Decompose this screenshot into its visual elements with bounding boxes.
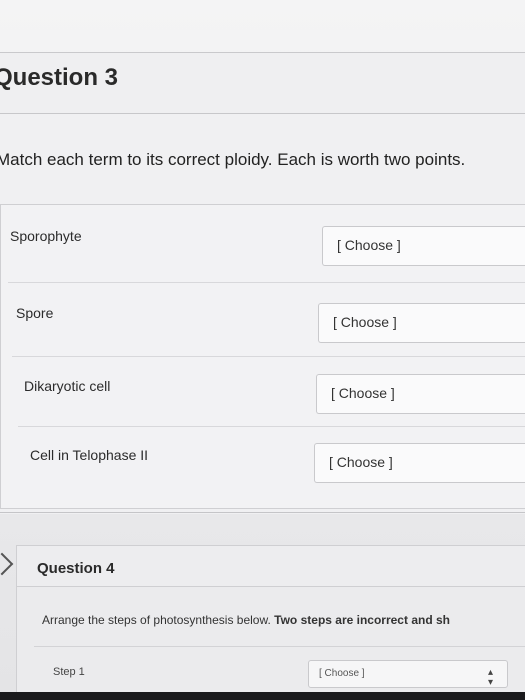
question-4-prompt-text: Arrange the steps of photosynthesis belo… [42, 613, 275, 627]
quiz-page: Question 3 Match each term to its correc… [0, 0, 525, 700]
screen-edge [0, 692, 525, 700]
term-cell-in-telophase-ii: Cell in Telophase II [30, 447, 149, 463]
term-sporophyte: Sporophyte [10, 228, 82, 244]
question-3-title: Question 3 [0, 64, 119, 91]
term-spore: Spore [16, 305, 54, 321]
question-4-title: Question 4 [37, 560, 115, 577]
chevron-right-icon [0, 552, 14, 576]
step-1-label: Step 1 [53, 666, 85, 678]
row-divider [12, 356, 525, 357]
ploidy-select-dikaryotic-cell[interactable]: [ Choose ] [316, 374, 525, 414]
row-divider [8, 282, 525, 283]
ploidy-select-cell-in-telophase-ii[interactable]: [ Choose ] [314, 443, 525, 483]
question-3-prompt: Match each term to its correct ploidy. E… [0, 150, 466, 169]
updown-arrow-icon: ▴ ▾ [488, 667, 494, 688]
ploidy-select-sporophyte[interactable]: [ Choose ] [322, 226, 525, 266]
row-divider [18, 426, 525, 427]
ploidy-select-spore[interactable]: [ Choose ] [318, 303, 525, 343]
term-dikaryotic-cell: Dikaryotic cell [24, 378, 111, 394]
divider [0, 512, 525, 513]
step-1-select[interactable]: [ Choose ] [308, 660, 508, 688]
question-4-prompt: Arrange the steps of photosynthesis belo… [42, 613, 450, 627]
question-4-prompt-emphasis: Two steps are incorrect and sh [274, 613, 450, 627]
